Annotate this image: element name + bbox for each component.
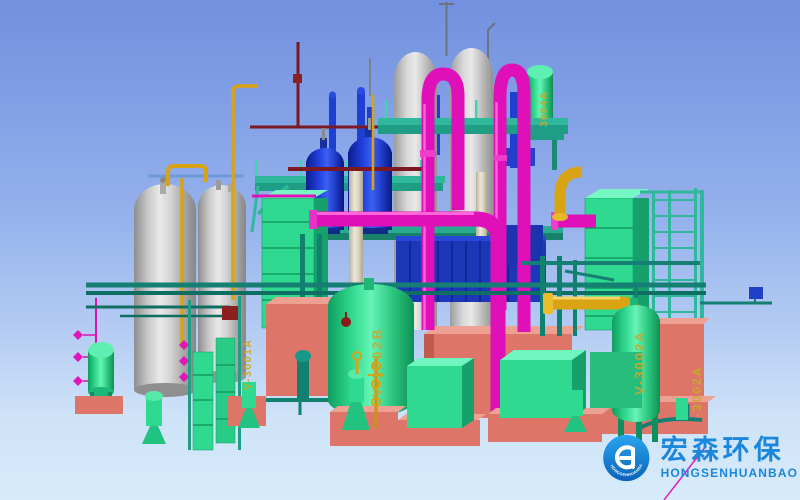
company-logo: HONGSENHUANBAO 宏森环保 HONGSENHUANBAO bbox=[598, 418, 798, 498]
logo-mark: HONGSENHUANBAO bbox=[598, 419, 655, 497]
tag-v3001a: V-3001A bbox=[242, 339, 254, 390]
tag-v3002b: V-3002B bbox=[370, 327, 385, 397]
plant-render: V-3001A V-3002B V-3002A 3004A -3002A HON… bbox=[0, 0, 800, 500]
magenta-valve-handles bbox=[179, 340, 189, 382]
tag-v3002a: V-3002A bbox=[632, 330, 647, 395]
tag-right-3002a: -3002A bbox=[690, 366, 704, 417]
logo-name-chinese: 宏森环保 bbox=[661, 437, 798, 464]
logo-name-english: HONGSENHUANBAO bbox=[661, 467, 798, 479]
tag-3004a: 3004A bbox=[538, 91, 550, 127]
